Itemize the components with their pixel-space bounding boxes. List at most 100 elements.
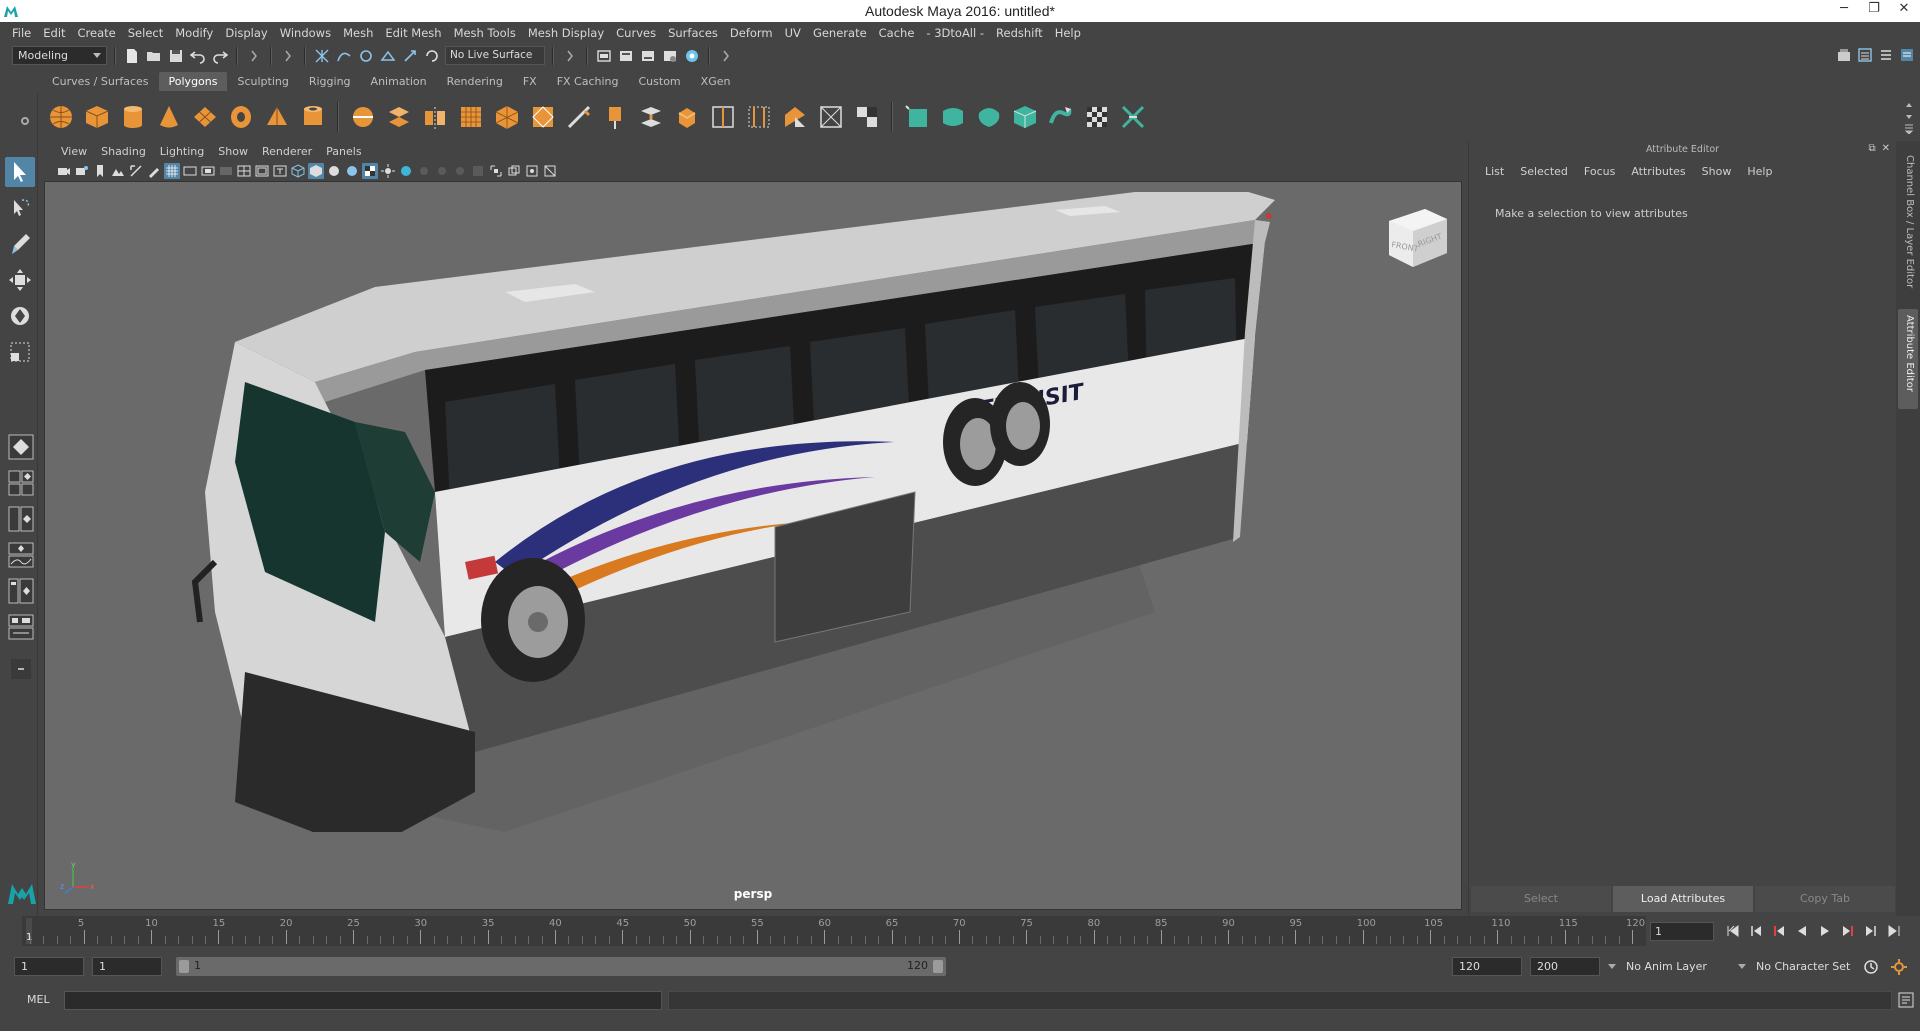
select-tool[interactable] <box>5 157 35 187</box>
2d-pan-zoom-icon[interactable] <box>128 163 144 179</box>
menu-uv[interactable]: UV <box>779 26 807 40</box>
menu-cache[interactable]: Cache <box>873 26 921 40</box>
redo-icon[interactable] <box>211 47 229 65</box>
persp-outliner-graph-layout[interactable] <box>7 577 35 605</box>
menu-edit-mesh[interactable]: Edit Mesh <box>379 26 447 40</box>
single-perspective-layout[interactable] <box>7 433 35 461</box>
ipr-render-icon[interactable] <box>639 47 657 65</box>
minimize-button[interactable]: ─ <box>1836 1 1852 16</box>
xray-components-icon[interactable] <box>542 163 558 179</box>
film-gate-icon[interactable] <box>182 163 198 179</box>
tab-attribute-editor[interactable]: Attribute Editor <box>1898 309 1918 409</box>
step-back-frame-icon[interactable] <box>1770 922 1787 939</box>
cylindrical-mapping-icon[interactable] <box>938 102 968 132</box>
image-plane-icon[interactable] <box>110 163 126 179</box>
range-start-handle[interactable] <box>179 960 189 973</box>
close-button[interactable]: ✕ <box>1896 1 1912 16</box>
wireframe-on-shaded-icon[interactable] <box>344 163 360 179</box>
tab-fx-caching[interactable]: FX Caching <box>547 72 629 91</box>
default-material-icon[interactable] <box>326 163 342 179</box>
poly-sphere-icon[interactable] <box>46 102 76 132</box>
separate-icon[interactable] <box>384 102 414 132</box>
grease-pencil-icon[interactable] <box>146 163 162 179</box>
smooth-icon[interactable] <box>456 102 486 132</box>
animation-preferences-icon[interactable] <box>1890 958 1908 976</box>
select-camera-icon[interactable] <box>56 163 72 179</box>
persp-graph-layout[interactable] <box>7 541 35 569</box>
render-frame-icon[interactable] <box>617 47 635 65</box>
animation-start-field[interactable]: 1 <box>14 957 84 976</box>
animation-end-field[interactable]: 200 <box>1530 957 1600 976</box>
append-polygon-icon[interactable] <box>780 102 810 132</box>
hypershade-icon[interactable] <box>683 47 701 65</box>
motion-blur-icon[interactable] <box>434 163 450 179</box>
render-view-icon[interactable] <box>595 47 613 65</box>
shelf-scroll-arrows-icon[interactable] <box>1904 100 1914 134</box>
ae-menu-help[interactable]: Help <box>1739 165 1780 178</box>
fill-hole-icon[interactable] <box>816 102 846 132</box>
panel-menu-lighting[interactable]: Lighting <box>153 145 211 158</box>
lasso-tool[interactable] <box>5 193 35 223</box>
tab-rendering[interactable]: Rendering <box>437 72 513 91</box>
ae-menu-attributes[interactable]: Attributes <box>1623 165 1693 178</box>
tab-fx[interactable]: FX <box>513 72 547 91</box>
menu-3dtoall[interactable]: - 3DtoAll - <box>920 26 990 40</box>
ae-menu-list[interactable]: List <box>1477 165 1512 178</box>
ae-menu-focus[interactable]: Focus <box>1576 165 1623 178</box>
menu-redshift[interactable]: Redshift <box>990 26 1049 40</box>
resolution-gate-icon[interactable] <box>200 163 216 179</box>
anti-aliasing-icon[interactable] <box>452 163 468 179</box>
depth-of-field-icon[interactable] <box>470 163 486 179</box>
step-forward-key-icon[interactable] <box>1862 922 1879 939</box>
menu-edit[interactable]: Edit <box>37 26 71 40</box>
multi-cut-icon[interactable] <box>564 102 594 132</box>
grid-toggle-icon[interactable] <box>164 163 180 179</box>
menu-generate[interactable]: Generate <box>807 26 873 40</box>
open-scene-icon[interactable] <box>145 47 163 65</box>
shadows-icon[interactable] <box>398 163 414 179</box>
four-view-layout[interactable] <box>7 469 35 497</box>
current-time-field[interactable]: 1 <box>1650 922 1714 941</box>
panel-menu-renderer[interactable]: Renderer <box>255 145 319 158</box>
tab-xgen[interactable]: XGen <box>691 72 741 91</box>
ae-select-button[interactable]: Select <box>1471 886 1611 912</box>
field-chart-icon[interactable] <box>236 163 252 179</box>
menu-mesh[interactable]: Mesh <box>337 26 379 40</box>
tab-animation[interactable]: Animation <box>361 72 437 91</box>
automatic-mapping-icon[interactable] <box>1010 102 1040 132</box>
screen-space-ao-icon[interactable] <box>416 163 432 179</box>
snap-curve-icon[interactable] <box>335 47 353 65</box>
isolate-select-icon[interactable] <box>488 163 504 179</box>
scale-tool[interactable] <box>5 337 35 367</box>
playback-end-field[interactable]: 120 <box>1452 957 1522 976</box>
poly-cylinder-icon[interactable] <box>118 102 148 132</box>
snap-grid-icon[interactable] <box>313 47 331 65</box>
script-language-toggle[interactable]: MEL <box>27 993 50 1006</box>
xray-joints-icon[interactable] <box>524 163 540 179</box>
snap-view-plane-icon[interactable] <box>379 47 397 65</box>
poly-cube-icon[interactable] <box>82 102 112 132</box>
make-live-icon[interactable] <box>423 47 441 65</box>
smooth-shade-icon[interactable] <box>308 163 324 179</box>
attribute-editor-toggle-icon[interactable] <box>1856 46 1874 64</box>
menu-file[interactable]: File <box>6 26 37 40</box>
playback-start-field[interactable]: 1 <box>92 957 162 976</box>
checker-map-icon[interactable] <box>1082 102 1112 132</box>
channel-box-icon[interactable] <box>1898 46 1916 64</box>
menu-help[interactable]: Help <box>1049 26 1087 40</box>
script-editor-icon[interactable] <box>1898 992 1914 1008</box>
poly-cone-icon[interactable] <box>154 102 184 132</box>
tab-polygons[interactable]: Polygons <box>158 72 228 91</box>
menu-display[interactable]: Display <box>219 26 273 40</box>
snap-live-icon[interactable] <box>401 47 419 65</box>
panel-menu-panels[interactable]: Panels <box>319 145 368 158</box>
planar-mapping-icon[interactable] <box>902 102 932 132</box>
ae-menu-selected[interactable]: Selected <box>1512 165 1576 178</box>
panel-menu-show[interactable]: Show <box>211 145 255 158</box>
remesh-icon[interactable] <box>528 102 558 132</box>
anim-layer-dropdown[interactable]: No Anim Layer <box>1608 957 1730 976</box>
float-panel-icon[interactable]: ⧉ <box>1868 143 1875 154</box>
offset-edge-loop-icon[interactable] <box>744 102 774 132</box>
menu-modify[interactable]: Modify <box>169 26 219 40</box>
new-scene-icon[interactable] <box>123 47 141 65</box>
